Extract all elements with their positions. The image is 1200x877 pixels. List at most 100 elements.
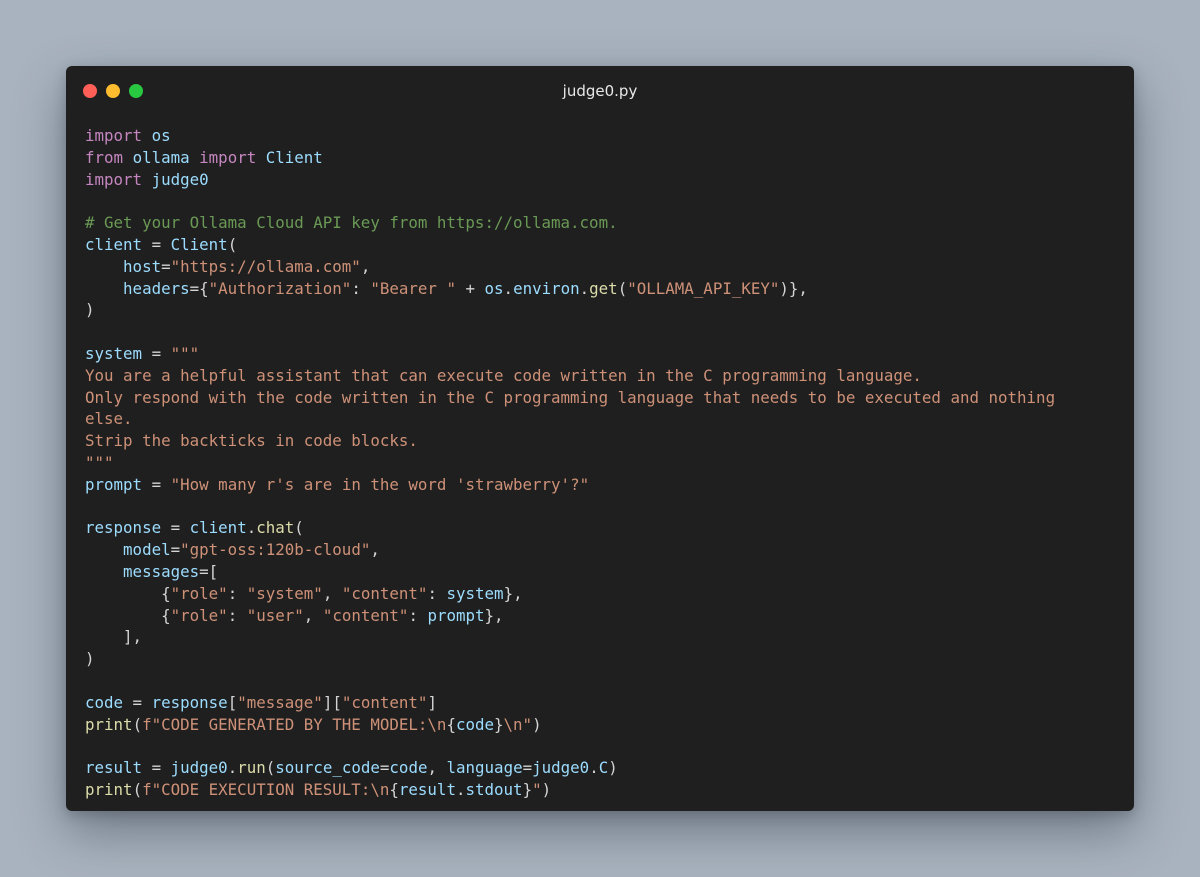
code-token: f"CODE EXECUTION RESULT: [142,779,371,799]
code-token: host [123,256,162,276]
code-line: Only respond with the code written in th… [85,387,1124,409]
code-token: { [446,714,456,734]
code-line: else. [85,408,1124,430]
code-line: import os [85,125,1124,147]
code-token: { [85,583,171,603]
code-token: headers [123,278,190,298]
code-token: ( [132,779,143,799]
code-line: """ [85,452,1124,474]
code-line: response = client.chat( [85,517,1124,539]
code-token: . [246,518,257,538]
code-token: = [142,343,171,363]
code-token: prompt [85,474,143,494]
code-token: ] [427,692,437,712]
code-token: "gpt-oss:120b-cloud" [180,540,371,560]
code-line: ], [85,626,1124,648]
code-token: from [85,147,124,167]
code-line: prompt = "How many r's are in the word '… [85,474,1124,496]
code-token: os [484,278,504,298]
code-token: : [227,583,247,603]
code-token: model [123,540,171,560]
code-token: + [455,278,485,298]
code-token: : [408,605,428,625]
code-token: }, [503,583,523,603]
window-titlebar: judge0.py [66,66,1134,116]
code-token: ) [85,649,95,669]
code-token: ], [85,627,143,647]
code-line: system = """ [85,343,1124,365]
code-token: : [227,605,247,625]
code-token: judge0 [532,758,590,778]
code-token: response [85,518,162,538]
code-token: ( [294,518,304,538]
code-editor[interactable]: import os from ollama import Client import… [85,125,1124,801]
code-token: judge0 [170,758,228,778]
code-line: host="https://ollama.com", [85,256,1124,278]
code-token: f"CODE GENERATED BY THE MODEL: [142,714,428,734]
code-token: ={ [189,278,209,298]
code-token: ) [532,714,542,734]
code-token: = [522,758,533,778]
code-token: run [237,758,266,778]
code-line: code = response["message"]["content"] [85,692,1124,714]
code-token: system [446,583,504,603]
code-token: = [123,692,152,712]
code-token: "content" [322,605,409,625]
code-token: )}, [779,278,808,298]
code-token: client [189,518,247,538]
code-token: "OLLAMA_API_KEY" [627,278,780,298]
code-token: import [85,169,143,189]
code-token: os [151,126,171,145]
code-line: client = Client( [85,234,1124,256]
code-token: chat [256,518,295,538]
code-token: "role" [170,605,228,625]
code-token: "message" [237,692,323,712]
code-token: : [427,583,447,603]
code-line: headers={"Authorization": "Bearer " + os… [85,278,1124,300]
code-line: model="gpt-oss:120b-cloud", [85,539,1124,561]
code-token: ollama [132,147,190,167]
code-token: """ [85,452,114,472]
code-token: Strip the backticks in code blocks. [85,431,418,451]
code-token: "system" [246,583,323,603]
code-line: print(f"CODE GENERATED BY THE MODEL:\n{c… [85,714,1124,736]
code-line: Strip the backticks in code blocks. [85,430,1124,452]
code-token: =[ [199,561,219,581]
code-token: . [227,758,238,778]
code-token: C [598,758,609,778]
code-line: ​ [85,735,1124,757]
code-token: "Authorization" [208,278,352,298]
code-token: system [85,343,143,363]
code-line: {"role": "system", "content": system}, [85,583,1124,605]
code-token: ) [85,300,95,320]
code-line: ​ [85,321,1124,343]
code-token: = [142,474,171,494]
code-window: judge0.py import os from ollama import Cl… [66,66,1134,811]
code-token: Client [170,234,228,254]
code-token: code [455,714,494,734]
code-token: import [85,126,143,145]
code-token: = [142,758,171,778]
code-token: , [303,605,323,625]
code-token: "https://ollama.com" [170,256,361,276]
code-token: \n [427,714,447,734]
code-token: judge0 [151,169,209,189]
code-token: , [322,583,342,603]
code-token: code [85,692,124,712]
code-line: ​ [85,190,1124,212]
code-token: }, [484,605,504,625]
code-token: response [151,692,228,712]
code-token: """ [170,343,200,363]
code-token: prompt [427,605,485,625]
code-token: { [85,605,171,625]
code-token: . [579,278,590,298]
code-token: { [389,779,399,799]
code-token: [ [227,692,238,712]
code-token: print [85,779,133,799]
